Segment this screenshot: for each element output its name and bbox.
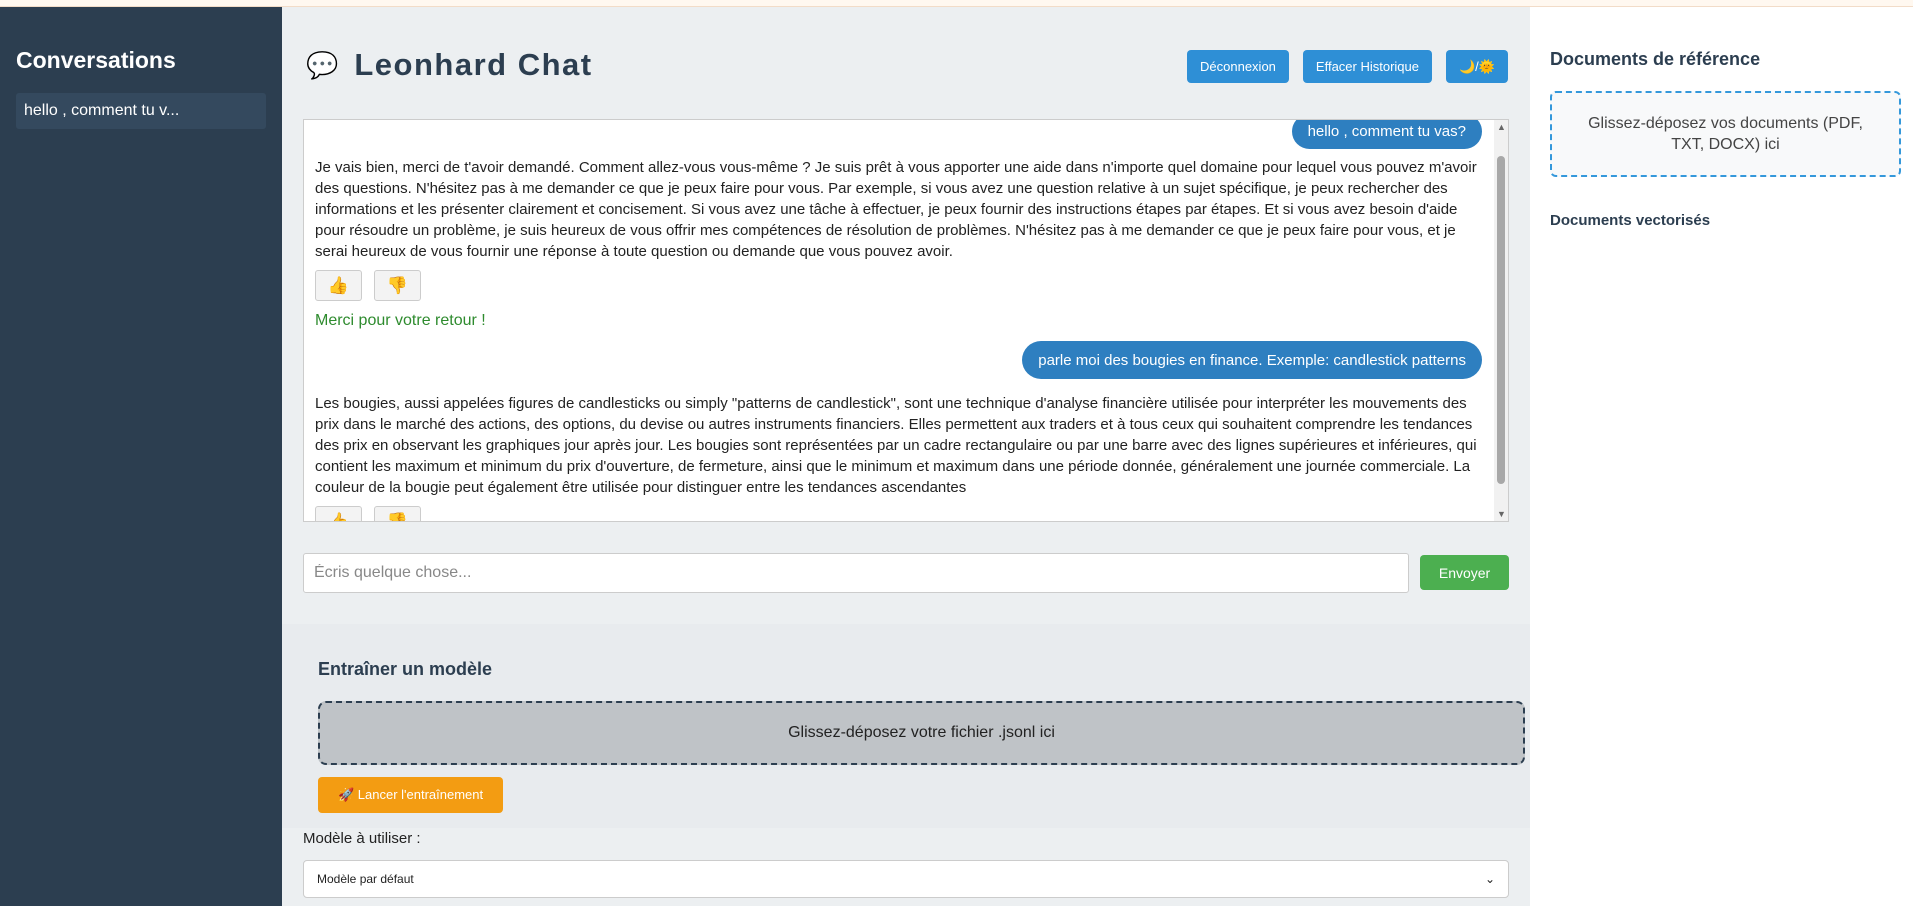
documents-panel: Documents de référence Glissez-déposez v… [1530, 7, 1913, 906]
thumbs-down-button[interactable]: 👎 [374, 270, 421, 301]
thumbs-down-button[interactable]: 👎 [374, 506, 421, 521]
thumbs-up-button[interactable]: 👍 [315, 506, 362, 521]
feedback-buttons: 👍 👎 [315, 506, 421, 521]
chat-scrollbar[interactable]: ▲ ▼ [1494, 120, 1508, 521]
message-input-row: Envoyer [303, 553, 1509, 593]
speech-bubble-icon: 💬 [306, 49, 339, 80]
documents-title: Documents de référence [1550, 49, 1761, 69]
send-button[interactable]: Envoyer [1420, 555, 1509, 590]
top-border [0, 0, 1913, 7]
chevron-down-icon: ⌄ [1484, 872, 1495, 886]
clear-history-button[interactable]: Effacer Historique [1302, 50, 1432, 83]
feedback-buttons: 👍 👎 [315, 270, 421, 301]
training-title: Entraîner un modèle [318, 659, 493, 679]
model-select-label: Modèle à utiliser : [303, 830, 421, 847]
logout-button[interactable]: Déconnexion [1187, 50, 1289, 83]
user-message: hello , comment tu vas? [1291, 120, 1482, 149]
start-training-button[interactable]: 🚀 Lancer l'entraînement [318, 777, 504, 813]
page-header: 💬 Leonhard Chat [306, 47, 593, 83]
conversations-sidebar: Conversations hello , comment tu v... [0, 7, 282, 906]
thumbs-up-button[interactable]: 👍 [315, 270, 362, 301]
scroll-down-arrow-icon[interactable]: ▼ [1497, 509, 1506, 519]
chat-main: 💬 Leonhard Chat Déconnexion Effacer Hist… [282, 7, 1540, 906]
model-select[interactable]: Modèle par défaut ⌄ [303, 860, 1509, 898]
assistant-message: Je vais bien, merci de t'avoir demandé. … [315, 159, 1477, 260]
jsonl-dropzone[interactable]: Glissez-déposez votre fichier .jsonl ici [318, 701, 1525, 765]
documents-dropzone[interactable]: Glissez-déposez vos documents (PDF, TXT,… [1550, 91, 1901, 177]
message-input[interactable] [303, 553, 1410, 593]
feedback-thanks: Merci pour votre retour ! [315, 312, 486, 329]
theme-toggle-button[interactable]: 🌙/🌞 [1446, 50, 1508, 83]
training-panel: Entraîner un modèle Glissez-déposez votr… [282, 624, 1540, 828]
conversation-item[interactable]: hello , comment tu v... [16, 93, 266, 129]
vectorized-documents-title: Documents vectorisés [1550, 212, 1711, 229]
chat-window[interactable]: hello , comment tu vas? Je vais bien, me… [303, 119, 1509, 522]
scrollbar-thumb[interactable] [1497, 156, 1505, 484]
page-title: Leonhard Chat [354, 47, 593, 82]
user-message: parle moi des bougies en finance. Exempl… [1022, 341, 1482, 379]
scroll-up-arrow-icon[interactable]: ▲ [1497, 122, 1506, 132]
assistant-message: Les bougies, aussi appelées figures de c… [315, 395, 1477, 496]
sidebar-title: Conversations [16, 47, 176, 73]
model-select-value: Modèle par défaut [317, 872, 414, 886]
header-actions: Déconnexion Effacer Historique 🌙/🌞 [1187, 50, 1508, 83]
chat-messages: hello , comment tu vas? Je vais bien, me… [304, 120, 1494, 521]
